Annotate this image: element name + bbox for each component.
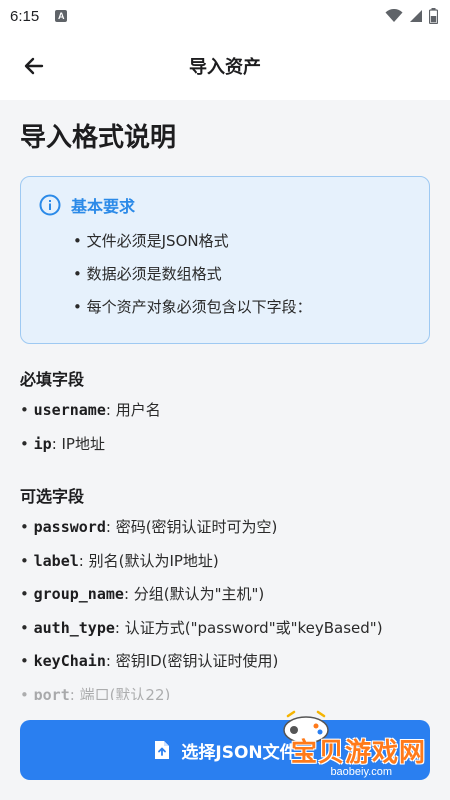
- field-key: group_name: [33, 585, 124, 603]
- status-time: 6:15: [10, 7, 40, 25]
- field-key: keyChain: [33, 652, 106, 670]
- app-title: 导入资产: [189, 57, 261, 78]
- notification-icon: A: [55, 10, 68, 22]
- field-row: • port: 端口(默认22): [20, 679, 430, 701]
- required-fields-title: 必填字段: [20, 370, 85, 389]
- wifi-icon: [385, 9, 403, 22]
- field-key: username: [33, 401, 106, 419]
- field-row: • group_name: 分组(默认为"主机"): [20, 585, 265, 603]
- field-key: password: [33, 518, 106, 536]
- field-row: • password: 密码(密钥认证时可为空): [20, 518, 278, 536]
- status-icons: [385, 8, 438, 24]
- signal-icon: [410, 10, 422, 22]
- back-button[interactable]: [18, 52, 50, 80]
- info-icon: [39, 194, 61, 216]
- list-item: • 每个资产对象必须包含以下字段：: [73, 298, 312, 316]
- requirements-list: • 文件必须是JSON格式 • 数据必须是数组格式 • 每个资产对象必须包含以下…: [39, 225, 411, 324]
- select-button-label: 选择JSON文件: [181, 742, 297, 763]
- instructions-panel[interactable]: 导入格式说明 基本要求 • 文件必须是JSON格式 • 数据必须是数组格式 • …: [0, 100, 450, 700]
- arrow-left-icon: [24, 57, 44, 75]
- field-key: ip: [33, 434, 52, 453]
- field-key: auth_type: [33, 618, 115, 637]
- field-desc: : 密码(密钥认证时可为空): [105, 518, 278, 536]
- field-desc: : 分组(默认为"主机"): [123, 585, 265, 603]
- field-row: • ip: IP地址: [20, 434, 105, 453]
- page-title: 导入格式说明: [20, 123, 177, 153]
- field-row: • username: 用户名: [20, 401, 161, 419]
- battery-icon: [429, 8, 438, 24]
- requirements-info-box: 基本要求 • 文件必须是JSON格式 • 数据必须是数组格式 • 每个资产对象必…: [20, 176, 430, 344]
- app-bar: 导入资产: [0, 32, 450, 100]
- field-key: port: [33, 685, 70, 701]
- list-item: • 文件必须是JSON格式: [73, 232, 229, 250]
- file-upload-icon: [155, 741, 170, 759]
- optional-fields-title: 可选字段: [20, 487, 85, 506]
- field-key: label: [33, 551, 79, 570]
- field-desc: : 密钥ID(密钥认证时使用): [105, 652, 279, 670]
- field-desc: : 认证方式("password"或"keyBased"): [114, 618, 383, 637]
- field-desc: : 用户名: [105, 401, 161, 419]
- field-desc: : IP地址: [51, 434, 105, 453]
- field-desc: : 端口(默认22): [69, 685, 171, 701]
- field-row: • label: 别名(默认为IP地址): [20, 551, 219, 570]
- field-row: • auth_type: 认证方式("password"或"keyBased"): [20, 618, 383, 637]
- info-header: 基本要求: [39, 193, 411, 217]
- bottom-bar: 选择JSON文件: [0, 700, 450, 800]
- select-json-file-button[interactable]: 选择JSON文件: [20, 720, 430, 780]
- field-desc: : 别名(默认为IP地址): [78, 551, 219, 570]
- field-row: • keyChain: 密钥ID(密钥认证时使用): [20, 652, 279, 670]
- status-bar: 6:15 A: [0, 0, 450, 32]
- info-title: 基本要求: [71, 197, 136, 216]
- list-item: • 数据必须是数组格式: [73, 265, 222, 283]
